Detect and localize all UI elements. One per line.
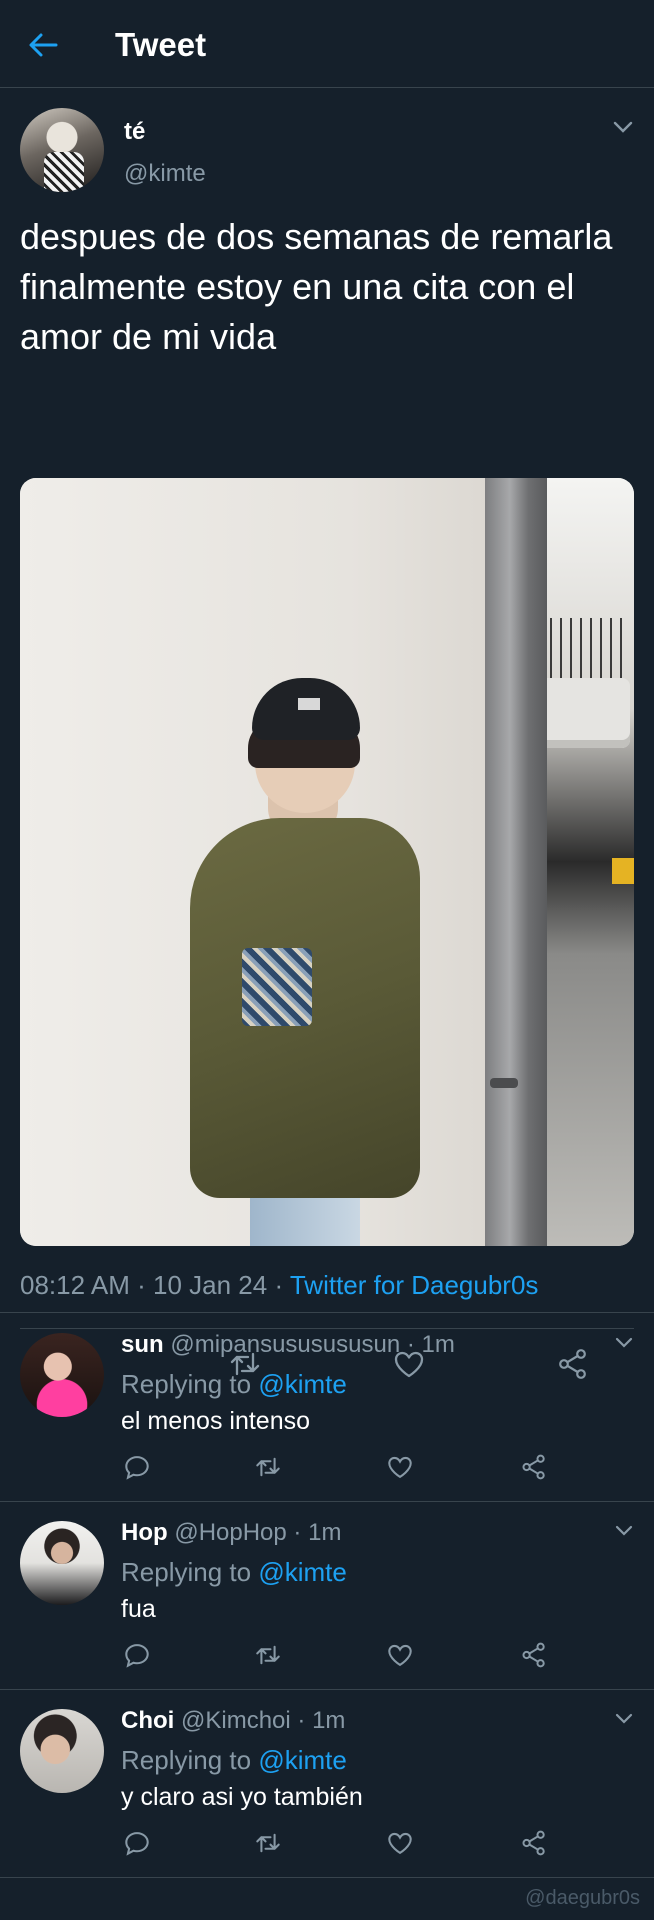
photo-beanie-label: [298, 698, 320, 710]
chevron-down-icon[interactable]: [614, 1337, 634, 1349]
reply-author: Hop @HopHop · 1m: [121, 1519, 342, 1546]
reply-name[interactable]: Choi: [121, 1707, 174, 1734]
tweet-text: despues de dos semanas de remarla finalm…: [20, 216, 613, 357]
reply-icon[interactable]: [123, 1453, 151, 1481]
mention-link[interactable]: @kimte: [258, 1557, 347, 1587]
author-name[interactable]: té: [124, 118, 145, 146]
like-icon[interactable]: [386, 1829, 414, 1857]
avatar[interactable]: [20, 1521, 104, 1605]
reply-text: fua: [121, 1595, 156, 1623]
share-icon[interactable]: [520, 1829, 548, 1857]
reply-author: Choi @Kimchoi · 1m: [121, 1707, 346, 1734]
page-title: Tweet: [115, 26, 207, 63]
photo-door-handle: [490, 1078, 518, 1088]
reply-icon[interactable]: [123, 1641, 151, 1669]
tweet-time: 08:12 AM: [20, 1270, 130, 1300]
tweet-source-link[interactable]: Twitter for Daegubr0s: [290, 1270, 539, 1300]
reply-item[interactable]: Choi @Kimchoi · 1m Replying to @kimte y …: [0, 1689, 654, 1878]
chevron-down-icon[interactable]: [614, 1713, 634, 1725]
like-icon[interactable]: [386, 1641, 414, 1669]
replying-to: Replying to @kimte: [121, 1557, 347, 1587]
tweet-photo[interactable]: [20, 478, 634, 1246]
reply-handle[interactable]: @Kimchoi: [181, 1707, 291, 1734]
reply-item[interactable]: sun @mipansususususun · 1m Replying to @…: [0, 1313, 654, 1502]
like-icon[interactable]: [386, 1453, 414, 1481]
avatar[interactable]: [20, 1333, 104, 1417]
retweet-icon[interactable]: [254, 1641, 282, 1669]
reply-handle[interactable]: @mipansususususun: [170, 1331, 400, 1358]
avatar[interactable]: [20, 1709, 104, 1793]
reply-author: sun @mipansususususun · 1m: [121, 1331, 455, 1358]
watermark: @daegubr0s: [525, 1887, 640, 1909]
photo-doorframe: [485, 478, 547, 1246]
chevron-down-icon[interactable]: [614, 1525, 634, 1537]
tweet-date: 10 Jan 24: [152, 1270, 268, 1300]
avatar[interactable]: [20, 108, 104, 192]
reply-text: el menos intenso: [121, 1407, 311, 1435]
photo-staircase: [535, 678, 630, 748]
reply-name[interactable]: Hop: [121, 1519, 168, 1546]
mention-link[interactable]: @kimte: [258, 1369, 347, 1399]
reply-time: 1m: [308, 1519, 342, 1546]
replying-to: Replying to @kimte: [121, 1369, 347, 1399]
reply-time: 1m: [312, 1707, 346, 1734]
arrow-left-icon[interactable]: [26, 28, 60, 62]
tweet-meta: 08:12 AM · 10 Jan 24 · Twitter for Daegu…: [20, 1270, 539, 1300]
chevron-down-icon[interactable]: [612, 120, 634, 134]
reply-text: y claro asi yo también: [121, 1783, 363, 1811]
share-icon[interactable]: [520, 1453, 548, 1481]
share-icon[interactable]: [520, 1641, 548, 1669]
photo-yellow-object: [612, 858, 634, 884]
retweet-icon[interactable]: [254, 1829, 282, 1857]
reply-item[interactable]: Hop @HopHop · 1m Replying to @kimte fua: [0, 1501, 654, 1690]
replying-to: Replying to @kimte: [121, 1745, 347, 1775]
photo-jacket-patch: [242, 948, 312, 1026]
reply-time: 1m: [421, 1331, 455, 1358]
retweet-icon[interactable]: [254, 1453, 282, 1481]
top-bar: Tweet: [0, 0, 654, 88]
reply-handle[interactable]: @HopHop: [174, 1519, 286, 1546]
mention-link[interactable]: @kimte: [258, 1745, 347, 1775]
reply-name[interactable]: sun: [121, 1331, 164, 1358]
reply-icon[interactable]: [123, 1829, 151, 1857]
author-handle[interactable]: @kimte: [124, 160, 206, 188]
